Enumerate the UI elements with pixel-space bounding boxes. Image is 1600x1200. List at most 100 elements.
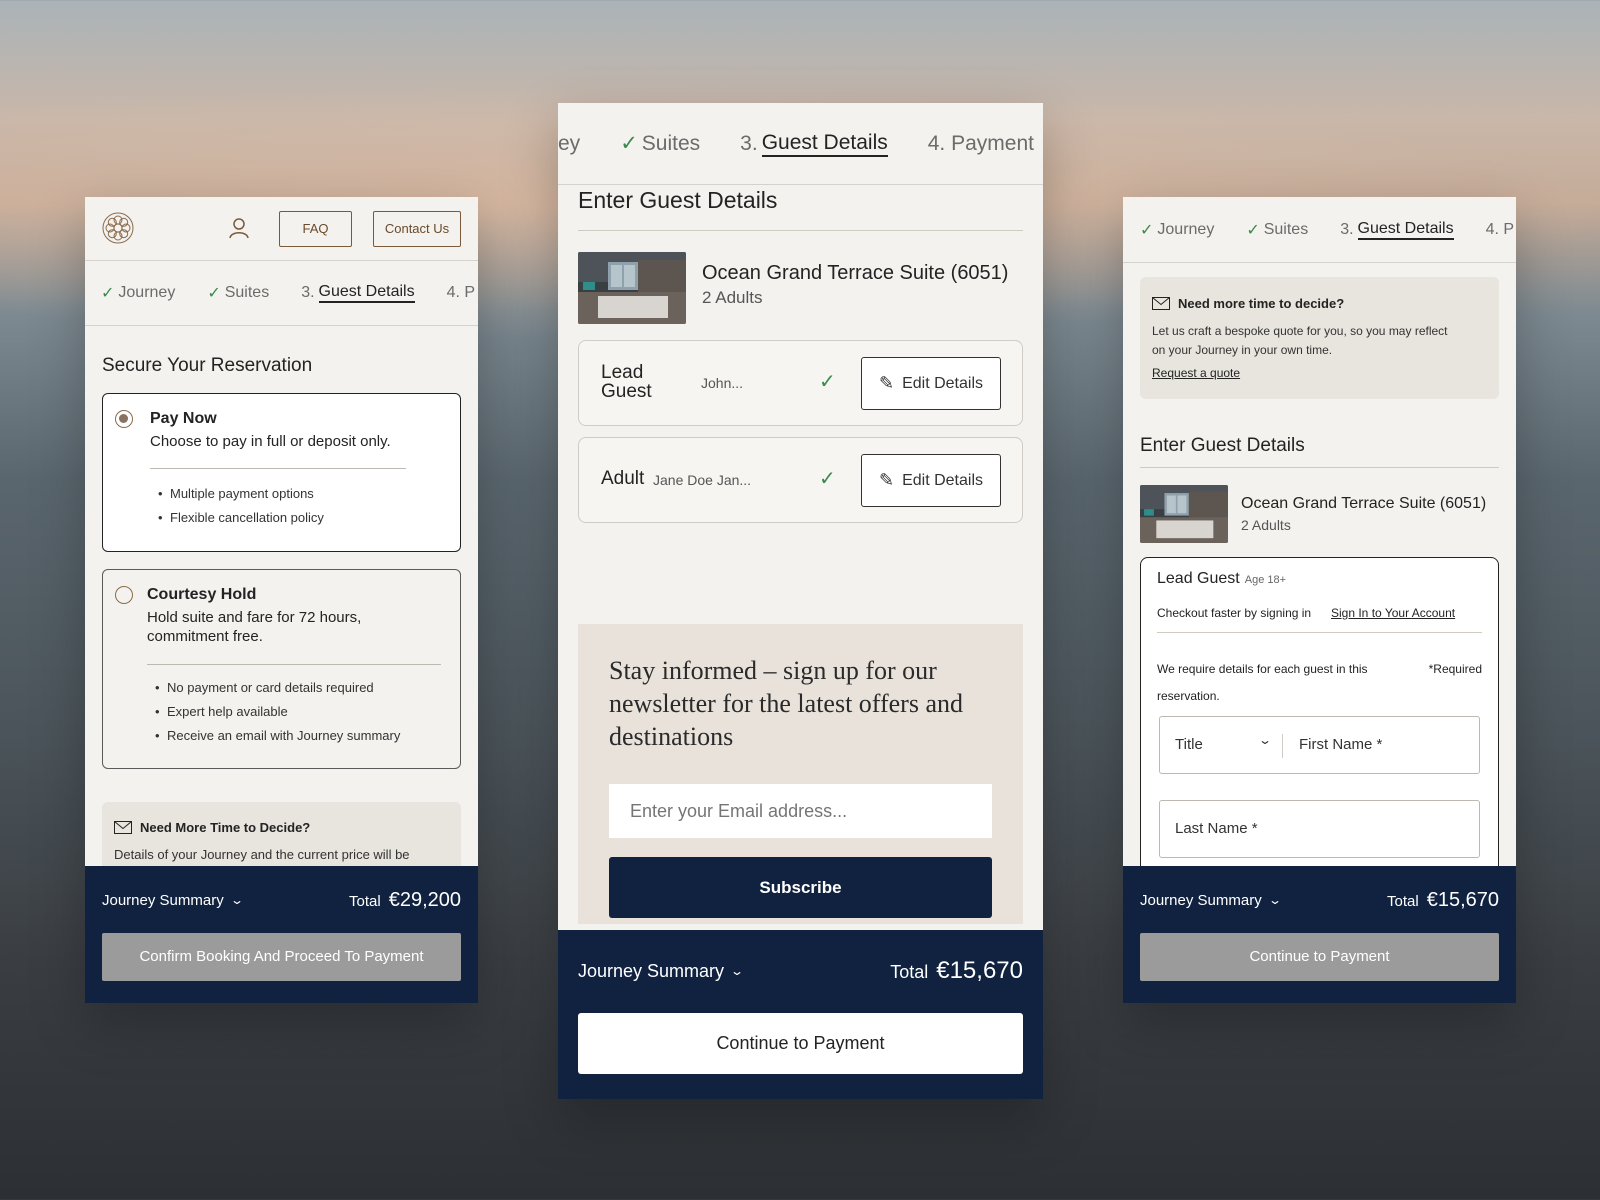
pay-now-option[interactable]: Pay Now Choose to pay in full or deposit… — [102, 393, 461, 552]
user-icon[interactable] — [228, 217, 250, 239]
journey-footer: Journey Summary ⌄ Total €15,670 Continue … — [558, 930, 1043, 1099]
heading-line: Stay informed – sign up for our — [609, 656, 937, 685]
mail-icon — [114, 821, 132, 834]
confirm-booking-button[interactable]: Confirm Booking And Proceed To Payment — [102, 933, 461, 981]
suite-name: Ocean Grand Terrace Suite (6051) — [1241, 495, 1487, 512]
edit-details-button[interactable]: ✎ Edit Details — [861, 454, 1001, 507]
step-suites[interactable]: ✓ Suites — [207, 283, 269, 303]
heading-line: destinations — [609, 722, 734, 751]
last-name-field[interactable]: Last Name * — [1159, 800, 1480, 858]
step-journey[interactable]: ey — [558, 132, 580, 156]
section-title: Enter Guest Details — [1140, 435, 1305, 456]
step-journey[interactable]: ✓ Journey — [1140, 220, 1214, 240]
step-number: 3. — [301, 284, 315, 301]
suite-name: Ocean Grand Terrace Suite (6051) — [702, 262, 1009, 284]
step-payment[interactable]: 4. P — [447, 284, 475, 302]
divider — [147, 664, 441, 665]
option-description: Hold suite and fare for 72 hours, commit… — [147, 608, 361, 646]
quote-note: Need more time to decide? Let us craft a… — [1140, 277, 1499, 399]
subscribe-button[interactable]: Subscribe — [609, 857, 992, 918]
step-payment[interactable]: 4. P — [1486, 221, 1514, 239]
step-label: Suites — [641, 131, 701, 155]
age-note: Age 18+ — [1244, 574, 1287, 586]
guest-row-lead: Lead Guest John... ✓ ✎ Edit Details — [578, 340, 1023, 426]
journey-footer: Journey Summary ⌄ Total €15,670 Continue … — [1123, 866, 1516, 1003]
check-icon: ✓ — [819, 371, 836, 393]
pay-now-radio[interactable] — [115, 410, 133, 428]
step-label: Suites — [1263, 220, 1309, 238]
step-guest-details[interactable]: 3. Guest Details — [301, 283, 415, 303]
step-suites[interactable]: ✓ Suites — [1246, 220, 1308, 240]
requirement-text: We require details for each guest in thi… — [1157, 656, 1368, 710]
pay-now-benefits: Multiple payment options Flexible cancel… — [158, 486, 324, 534]
form-heading: Lead Guest Age 18+ — [1157, 570, 1286, 588]
continue-to-payment-button[interactable]: Continue to Payment — [578, 1013, 1023, 1074]
step-label: 4. P — [1485, 220, 1515, 238]
text-line: We require details for each guest in thi… — [1157, 662, 1368, 676]
check-icon: ✓ — [101, 285, 115, 302]
step-label: Journey — [118, 284, 176, 301]
step-label: 4. P — [446, 284, 476, 301]
step-payment[interactable]: 4. Payment — [928, 132, 1034, 156]
email-input[interactable] — [609, 784, 992, 838]
edit-details-button[interactable]: ✎ Edit Details — [861, 357, 1001, 410]
step-journey[interactable]: ✓ Journey — [101, 283, 175, 303]
progress-steps: ✓ Journey ✓ Suites 3. Guest Details 4. P — [1123, 197, 1516, 263]
sign-in-link[interactable]: Sign In to Your Account — [1331, 606, 1455, 620]
total-label: Total — [349, 892, 381, 910]
option-title: Pay Now — [150, 410, 217, 427]
step-number: 3. — [1340, 220, 1354, 238]
journey-summary-toggle[interactable]: Journey Summary ⌄ — [578, 961, 745, 982]
total-price: Total €15,670 — [890, 957, 1023, 985]
chevron-down-icon: ⌄ — [1267, 893, 1282, 907]
step-label: Guest Details — [761, 131, 888, 157]
journey-footer: Journey Summary ⌄ Total €29,200 Confirm B… — [85, 866, 478, 1003]
courtesy-hold-benefits: No payment or card details required Expe… — [155, 680, 400, 752]
contact-us-button[interactable]: Contact Us — [373, 211, 461, 247]
check-icon: ✓ — [207, 285, 221, 302]
field-label: Last Name * — [1175, 820, 1258, 837]
step-number: 3. — [740, 131, 758, 155]
faq-button[interactable]: FAQ — [279, 211, 352, 247]
title-select[interactable]: Title — [1175, 736, 1203, 753]
newsletter-signup: Stay informed – sign up for our newslett… — [578, 624, 1023, 924]
note-text: Details of your Journey and the current … — [114, 847, 410, 862]
section-title: Secure Your Reservation — [102, 355, 313, 376]
total-value: €15,670 — [1426, 888, 1499, 911]
select-value: Title — [1175, 736, 1203, 753]
guest-name: John... — [701, 375, 744, 391]
required-note: *Required — [1428, 662, 1482, 676]
chevron-down-icon: ⌄ — [730, 964, 745, 978]
chevron-down-icon: ⌄ — [229, 893, 244, 907]
continue-to-payment-button[interactable]: Continue to Payment — [1140, 933, 1499, 981]
total-value: €29,200 — [388, 888, 461, 911]
total-label: Total — [1387, 892, 1419, 910]
option-description: Choose to pay in full or deposit only. — [150, 433, 391, 450]
guest-label: Adult — [601, 468, 645, 489]
heading-line: newsletter for the latest offers and — [609, 689, 963, 718]
step-guest-details[interactable]: 3. Guest Details — [740, 131, 888, 157]
request-quote-link[interactable]: Request a quote — [1152, 366, 1240, 380]
first-name-field[interactable]: First Name * — [1299, 736, 1382, 753]
lotus-logo-icon[interactable] — [101, 211, 135, 245]
step-guest-details[interactable]: 3. Guest Details — [1340, 220, 1454, 240]
check-icon: ✓ — [1140, 221, 1154, 239]
suite-image — [1140, 485, 1228, 543]
label-line: Guest — [601, 381, 652, 402]
step-label: ey — [558, 131, 581, 155]
check-icon: ✓ — [819, 468, 836, 490]
step-label: Suites — [224, 284, 270, 301]
option-title: Courtesy Hold — [147, 586, 257, 603]
note-title: Need more time to decide? — [1178, 296, 1345, 311]
step-label: Journey — [1157, 220, 1215, 238]
form-title: Lead Guest — [1157, 570, 1240, 587]
list-item: No payment or card details required — [155, 680, 400, 704]
step-suites[interactable]: ✓ Suites — [620, 131, 700, 156]
journey-summary-toggle[interactable]: Journey Summary ⌄ — [102, 892, 244, 909]
step-label: 4. Payment — [927, 131, 1034, 155]
courtesy-hold-radio[interactable] — [115, 586, 133, 604]
courtesy-hold-option[interactable]: Courtesy Hold Hold suite and fare for 72… — [102, 569, 461, 769]
right-panel: ✓ Journey ✓ Suites 3. Guest Details 4. P Ne… — [1123, 197, 1516, 1003]
journey-summary-toggle[interactable]: Journey Summary ⌄ — [1140, 892, 1282, 909]
note-text: Let us craft a bespoke quote for you, so… — [1152, 322, 1448, 360]
